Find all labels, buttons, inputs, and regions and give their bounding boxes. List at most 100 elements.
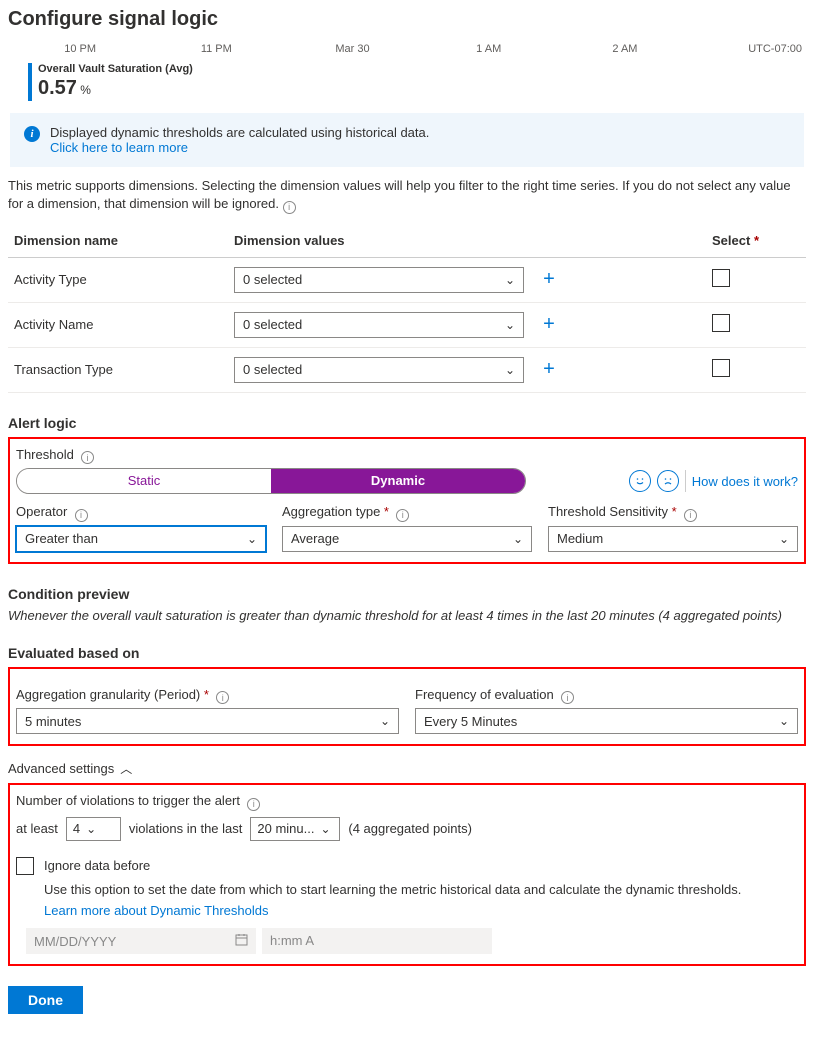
select-dimension-checkbox[interactable] [712, 359, 730, 377]
violation-count-dropdown[interactable]: 4 ⌄ [66, 817, 121, 841]
dim-intro-text: This metric supports dimensions. Selecti… [8, 178, 791, 211]
chevron-down-icon: ⌄ [86, 822, 96, 836]
condition-preview-text: Whenever the overall vault saturation is… [8, 608, 806, 623]
calendar-icon [235, 933, 248, 949]
dimension-name-cell: Activity Name [8, 302, 228, 347]
info-circle-icon[interactable]: i [396, 509, 409, 522]
advanced-section: Number of violations to trigger the aler… [8, 783, 806, 966]
evaluated-section: Aggregation granularity (Period) * i 5 m… [8, 667, 806, 747]
chevron-down-icon: ⌄ [247, 532, 257, 546]
chevron-down-icon: ⌄ [505, 318, 515, 332]
operator-dropdown[interactable]: Greater than ⌄ [16, 526, 266, 552]
violation-window-value: 20 minu... [257, 821, 314, 836]
dimension-values-dropdown[interactable]: 0 selected⌄ [234, 357, 524, 383]
tick: 1 AM [421, 43, 557, 55]
threshold-sensitivity-label: Threshold Sensitivity * i [548, 504, 798, 522]
dimension-values-dropdown[interactable]: 0 selected⌄ [234, 312, 524, 338]
dimension-name-cell: Transaction Type [8, 347, 228, 392]
dimension-values-dropdown[interactable]: 0 selected⌄ [234, 267, 524, 293]
done-button[interactable]: Done [8, 986, 83, 1014]
col-select: Select * [706, 224, 806, 258]
ignore-description: Use this option to set the date from whi… [44, 881, 798, 899]
chevron-down-icon: ⌄ [779, 714, 789, 728]
date-placeholder: MM/DD/YYYY [34, 934, 116, 949]
col-dimension-name: Dimension name [8, 224, 228, 258]
advanced-settings-toggle[interactable]: Advanced settings ︿ [8, 760, 806, 777]
chevron-down-icon: ⌄ [380, 714, 390, 728]
threshold-sensitivity-dropdown[interactable]: Medium ⌄ [548, 526, 798, 552]
aggregation-type-dropdown[interactable]: Average ⌄ [282, 526, 532, 552]
info-circle-icon[interactable]: i [283, 201, 296, 214]
tick: Mar 30 [284, 43, 420, 55]
col-dimension-values: Dimension values [228, 224, 706, 258]
threshold-label: Threshold i [16, 447, 798, 465]
chevron-down-icon: ⌄ [513, 532, 523, 546]
page-title: Configure signal logic [8, 8, 806, 31]
aggregation-value: Average [291, 531, 339, 546]
add-dimension-icon[interactable]: + [534, 313, 564, 336]
tick-tz: UTC-07:00 [693, 43, 802, 55]
operator-value: Greater than [25, 531, 98, 546]
info-icon: i [24, 126, 40, 142]
metric-chart: Overall Vault Saturation (Avg) 0.57 % [28, 63, 806, 101]
info-circle-icon[interactable]: i [247, 798, 260, 811]
chevron-down-icon: ⌄ [505, 363, 515, 377]
violations-mid-text: violations in the last [129, 821, 242, 836]
at-least-text: at least [16, 821, 58, 836]
info-circle-icon[interactable]: i [81, 451, 94, 464]
info-circle-icon[interactable]: i [75, 509, 88, 522]
aggregated-points-text: (4 aggregated points) [348, 821, 472, 836]
tick: 11 PM [148, 43, 284, 55]
operator-label: Operator i [16, 504, 266, 522]
ignore-date-input[interactable]: MM/DD/YYYY [26, 928, 256, 954]
frequency-value: Every 5 Minutes [424, 714, 517, 729]
chevron-down-icon: ⌄ [320, 822, 330, 836]
dimensions-table: Dimension name Dimension values Select *… [8, 224, 806, 393]
feedback-area: How does it work? [629, 470, 798, 492]
evaluated-heading: Evaluated based on [8, 645, 806, 661]
alert-logic-heading: Alert logic [8, 415, 806, 431]
info-circle-icon[interactable]: i [561, 691, 574, 704]
select-dimension-checkbox[interactable] [712, 269, 730, 287]
tick: 10 PM [12, 43, 148, 55]
banner-text: Displayed dynamic thresholds are calcula… [50, 125, 429, 140]
violation-window-dropdown[interactable]: 20 minu... ⌄ [250, 817, 340, 841]
chevron-down-icon: ⌄ [505, 273, 515, 287]
frown-icon[interactable] [657, 470, 679, 492]
time-axis: 10 PM 11 PM Mar 30 1 AM 2 AM UTC-07:00 [8, 43, 806, 59]
how-does-it-work-link[interactable]: How does it work? [692, 474, 798, 489]
info-circle-icon[interactable]: i [216, 691, 229, 704]
threshold-dynamic-option[interactable]: Dynamic [271, 469, 525, 493]
select-dimension-checkbox[interactable] [712, 314, 730, 332]
info-circle-icon[interactable]: i [684, 509, 697, 522]
time-placeholder: h:mm A [270, 933, 314, 948]
threshold-type-switch[interactable]: Static Dynamic [16, 468, 526, 494]
aggregation-type-label: Aggregation type * i [282, 504, 532, 522]
sensitivity-value: Medium [557, 531, 603, 546]
violation-count-value: 4 [73, 821, 80, 836]
threshold-static-option[interactable]: Static [17, 469, 271, 493]
table-row: Transaction Type0 selected⌄ + [8, 347, 806, 392]
granularity-dropdown[interactable]: 5 minutes ⌄ [16, 708, 399, 734]
learn-dynamic-thresholds-link[interactable]: Learn more about Dynamic Thresholds [44, 903, 798, 918]
metric-unit: % [77, 83, 91, 97]
info-banner: i Displayed dynamic thresholds are calcu… [10, 113, 804, 167]
add-dimension-icon[interactable]: + [534, 268, 564, 291]
table-row: Activity Name0 selected⌄ + [8, 302, 806, 347]
metric-number: 0.57 [38, 77, 77, 99]
ignore-time-input[interactable]: h:mm A [262, 928, 492, 954]
ignore-data-checkbox[interactable] [16, 857, 34, 875]
dimension-name-cell: Activity Type [8, 257, 228, 302]
smile-icon[interactable] [629, 470, 651, 492]
dimensions-description: This metric supports dimensions. Selecti… [8, 177, 806, 214]
add-dimension-icon[interactable]: + [534, 358, 564, 381]
granularity-value: 5 minutes [25, 714, 81, 729]
alert-logic-section: Threshold i Static Dynamic How does it w… [8, 437, 806, 564]
chart-bar-icon [28, 63, 32, 101]
advanced-heading-text: Advanced settings [8, 761, 114, 776]
frequency-dropdown[interactable]: Every 5 Minutes ⌄ [415, 708, 798, 734]
frequency-label: Frequency of evaluation i [415, 687, 798, 705]
tick: 2 AM [557, 43, 693, 55]
banner-learn-more-link[interactable]: Click here to learn more [50, 140, 429, 155]
metric-name: Overall Vault Saturation (Avg) [38, 63, 193, 75]
